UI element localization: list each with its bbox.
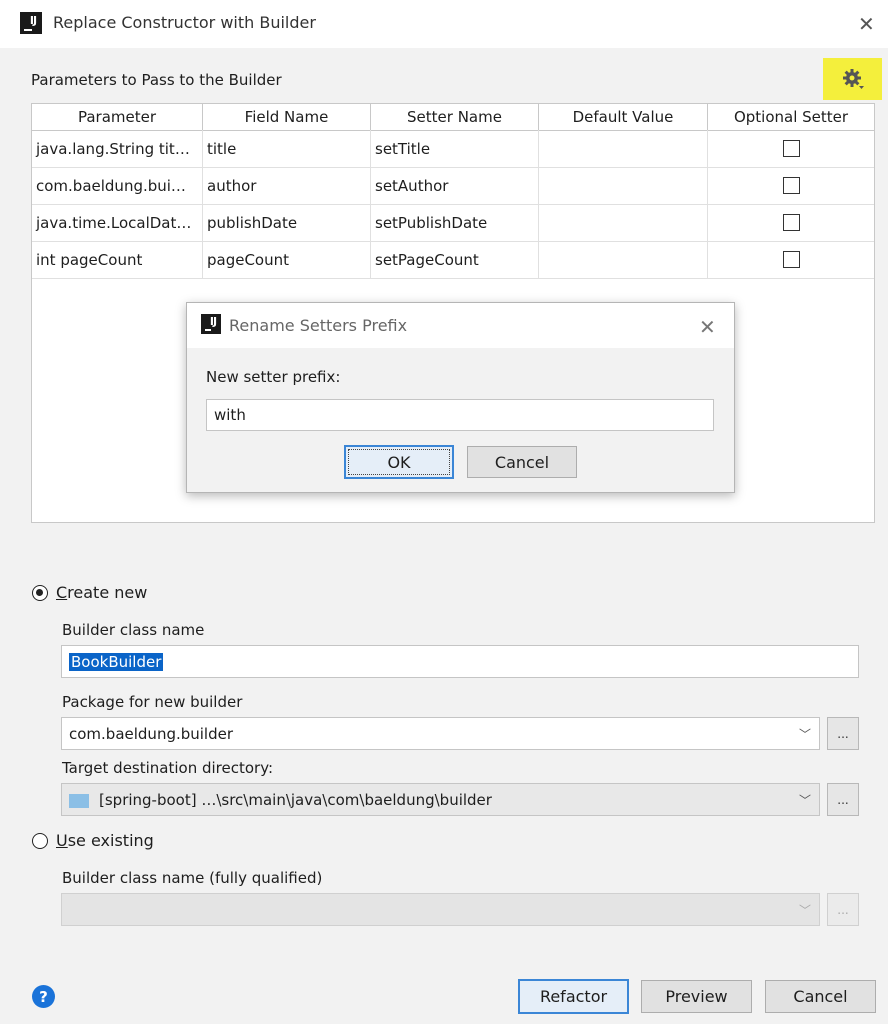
column-header-field-name[interactable]: Field Name <box>203 104 371 130</box>
cell-field-name[interactable]: pageCount <box>203 241 371 278</box>
cancel-button[interactable]: Cancel <box>765 980 876 1013</box>
folder-icon <box>69 793 89 808</box>
rename-setters-prefix-dialog: IJ Rename Setters Prefix ✕ New setter pr… <box>186 302 735 493</box>
setter-prefix-input[interactable]: with <box>206 399 714 431</box>
window-title: Replace Constructor with Builder <box>53 13 316 32</box>
table-row[interactable]: java.lang.String tit… title setTitle <box>32 130 874 168</box>
column-header-setter-name[interactable]: Setter Name <box>371 104 539 130</box>
parameters-section-label: Parameters to Pass to the Builder <box>31 71 282 89</box>
close-icon[interactable]: ✕ <box>858 14 875 34</box>
ok-button[interactable]: OK <box>344 445 454 479</box>
package-label: Package for new builder <box>62 693 243 711</box>
cell-default-value[interactable] <box>539 204 708 241</box>
create-new-radio[interactable] <box>32 585 48 601</box>
create-new-label[interactable]: Create new <box>56 583 147 602</box>
dialog-cancel-button-label: Cancel <box>494 452 550 472</box>
table-header: Parameter Field Name Setter Name Default… <box>32 104 874 131</box>
target-browse-button[interactable]: ... <box>827 783 859 816</box>
fully-qualified-class-name-label: Builder class name (fully qualified) <box>62 869 323 887</box>
optional-setter-checkbox[interactable] <box>782 177 800 194</box>
preview-button-label: Preview <box>665 987 728 1006</box>
cell-default-value[interactable] <box>539 167 708 204</box>
preview-button[interactable]: Preview <box>641 980 752 1013</box>
cell-default-value[interactable] <box>539 241 708 278</box>
dialog-title-bar: IJ Rename Setters Prefix ✕ <box>187 303 734 348</box>
dialog-cancel-button[interactable]: Cancel <box>467 446 577 478</box>
cell-parameter: java.time.LocalDat… <box>32 204 203 241</box>
cell-optional-setter <box>708 167 874 204</box>
cell-setter-name[interactable]: setPublishDate <box>371 204 539 241</box>
target-directory-label: Target destination directory: <box>62 759 274 777</box>
column-header-parameter[interactable]: Parameter <box>32 104 203 130</box>
optional-setter-checkbox[interactable] <box>782 140 800 157</box>
cell-parameter: com.baeldung.bui… <box>32 167 203 204</box>
cell-optional-setter <box>708 130 874 167</box>
ok-button-label: OK <box>387 452 411 472</box>
use-existing-radio[interactable] <box>32 833 48 849</box>
cell-optional-setter <box>708 241 874 278</box>
target-directory-select[interactable]: [spring-boot] …\src\main\java\com\baeldu… <box>61 783 820 816</box>
table-row[interactable]: java.time.LocalDat… publishDate setPubli… <box>32 204 874 242</box>
refactor-button-label: Refactor <box>539 987 608 1006</box>
intellij-app-icon: IJ <box>20 12 42 34</box>
chevron-down-icon: ﹀ <box>798 903 811 917</box>
chevron-down-icon: ﹀ <box>798 793 811 807</box>
cell-default-value[interactable] <box>539 130 708 167</box>
dialog-title: Rename Setters Prefix <box>229 316 408 335</box>
fully-qualified-browse-button: ... <box>827 893 859 926</box>
cell-parameter: int pageCount <box>32 241 203 278</box>
target-directory-value: [spring-boot] …\src\main\java\com\baeldu… <box>99 790 492 809</box>
cell-optional-setter <box>708 204 874 241</box>
package-select[interactable]: com.baeldung.builder ﹀ <box>61 717 820 750</box>
cell-setter-name[interactable]: setAuthor <box>371 167 539 204</box>
cell-setter-name[interactable]: setTitle <box>371 130 539 167</box>
cell-parameter: java.lang.String tit… <box>32 130 203 167</box>
optional-setter-checkbox[interactable] <box>782 251 800 268</box>
package-value: com.baeldung.builder <box>69 724 234 743</box>
package-browse-button[interactable]: ... <box>827 717 859 750</box>
chevron-down-icon: ﹀ <box>798 727 811 741</box>
fully-qualified-class-name-select: ﹀ <box>61 893 820 926</box>
settings-button[interactable] <box>823 58 882 100</box>
refactor-button[interactable]: Refactor <box>518 979 629 1014</box>
cell-field-name[interactable]: author <box>203 167 371 204</box>
selected-class-name: BookBuilder <box>69 652 164 671</box>
column-header-optional-setter[interactable]: Optional Setter <box>708 104 874 130</box>
column-header-default-value[interactable]: Default Value <box>539 104 708 130</box>
builder-class-name-label: Builder class name <box>62 621 205 639</box>
gear-icon <box>842 69 864 89</box>
table-row[interactable]: com.baeldung.bui… author setAuthor <box>32 167 874 205</box>
cell-setter-name[interactable]: setPageCount <box>371 241 539 278</box>
builder-class-name-input[interactable]: BookBuilder <box>61 645 859 678</box>
table-row[interactable]: int pageCount pageCount setPageCount <box>32 241 874 279</box>
setter-prefix-label: New setter prefix: <box>206 368 341 386</box>
optional-setter-checkbox[interactable] <box>782 214 800 231</box>
title-bar: IJ Replace Constructor with Builder ✕ <box>0 0 888 48</box>
cell-field-name[interactable]: title <box>203 130 371 167</box>
help-icon[interactable]: ? <box>32 985 55 1008</box>
use-existing-label[interactable]: Use existing <box>56 831 154 850</box>
intellij-app-icon: IJ <box>201 314 221 334</box>
cancel-button-label: Cancel <box>793 987 848 1006</box>
cell-field-name[interactable]: publishDate <box>203 204 371 241</box>
dialog-close-icon[interactable]: ✕ <box>699 317 716 337</box>
